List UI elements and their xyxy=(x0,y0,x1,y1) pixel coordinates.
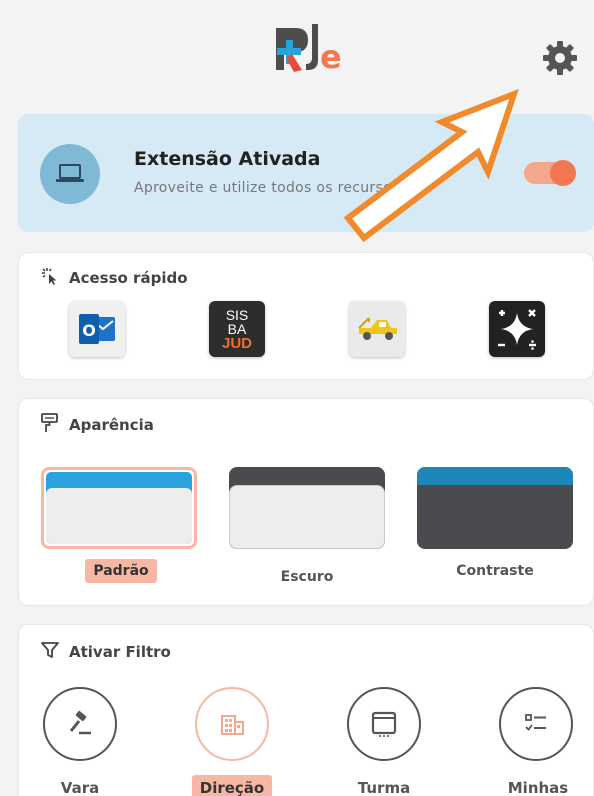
theme-padrao[interactable] xyxy=(41,467,197,549)
extension-subtitle: Aproveite e utilize todos os recursos xyxy=(134,180,400,196)
extension-status-card: Extensão Ativada Aproveite e utilize tod… xyxy=(18,114,594,232)
filter-header: Ativar Filtro xyxy=(41,641,171,663)
outlook-icon: O xyxy=(79,314,115,344)
sisbajud-line3: JUD xyxy=(221,335,252,352)
tow-truck-shortcut[interactable] xyxy=(349,301,405,357)
svg-text:O: O xyxy=(82,321,96,340)
toggle-knob xyxy=(550,160,576,186)
filter-label-direcao: Direção xyxy=(187,775,277,796)
filter-label-vara: Vara xyxy=(60,779,100,796)
pointer-click-icon xyxy=(41,267,59,289)
filter-label-minhas: Minhas xyxy=(507,779,569,796)
extension-toggle[interactable] xyxy=(524,160,576,186)
filter-vara[interactable] xyxy=(43,687,117,761)
sisbajud-shortcut[interactable]: SIS BA JUD xyxy=(209,301,265,357)
pje-logo: e xyxy=(262,20,352,82)
laptop-icon xyxy=(40,144,100,204)
sisbajud-line1: SIS xyxy=(225,307,249,323)
header: e xyxy=(0,0,594,110)
screen-icon xyxy=(371,711,397,737)
outlook-shortcut[interactable]: O xyxy=(69,301,125,357)
filter-turma[interactable] xyxy=(347,687,421,761)
appearance-header: Aparência xyxy=(41,413,154,437)
sisbajud-line2: BA xyxy=(227,321,247,337)
appearance-title: Aparência xyxy=(69,416,154,434)
svg-text:e: e xyxy=(320,38,342,76)
checklist-icon xyxy=(525,714,546,731)
filter-minhas[interactable] xyxy=(499,687,573,761)
appearance-card: Aparência Padrão Escuro Contraste xyxy=(18,398,594,606)
theme-label-padrao: Padrão xyxy=(41,559,201,583)
gavel-icon xyxy=(69,710,91,735)
filter-icon xyxy=(41,641,59,663)
theme-escuro[interactable] xyxy=(229,467,385,549)
tow-truck-icon xyxy=(358,317,397,340)
quick-access-title: Acesso rápido xyxy=(69,269,188,287)
building-icon xyxy=(221,715,244,735)
extension-title: Extensão Ativada xyxy=(134,148,321,170)
filter-direcao[interactable] xyxy=(195,687,269,761)
gear-icon[interactable] xyxy=(540,38,580,78)
calculator-icon xyxy=(498,309,536,350)
calculator-shortcut[interactable] xyxy=(489,301,545,357)
theme-label-escuro: Escuro xyxy=(280,569,334,585)
filter-card: Ativar Filtro Vara Direção Turma Minhas xyxy=(18,624,594,796)
filter-title: Ativar Filtro xyxy=(69,643,171,661)
paint-roller-icon xyxy=(41,413,59,437)
quick-access-header: Acesso rápido xyxy=(41,267,188,289)
theme-label-contraste: Contraste xyxy=(456,563,534,579)
quick-access-card: Acesso rápido O SIS BA JUD xyxy=(18,252,594,380)
theme-contraste[interactable] xyxy=(417,467,573,549)
filter-label-turma: Turma xyxy=(357,779,411,796)
